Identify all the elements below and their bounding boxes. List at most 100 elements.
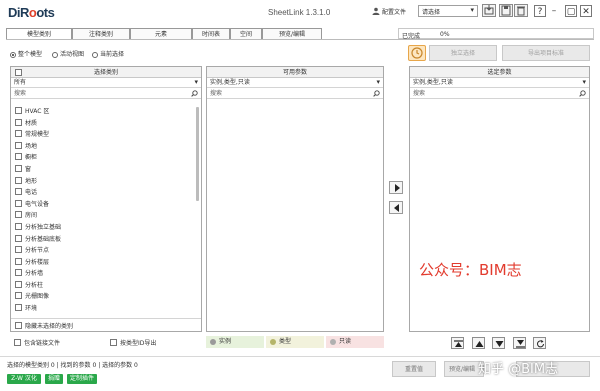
categories-scrollbar[interactable] <box>196 107 199 201</box>
available-search-input[interactable]: 搜索 <box>207 89 383 99</box>
search-icon <box>579 90 586 97</box>
remove-parameter-button[interactable] <box>389 201 403 214</box>
checkbox[interactable] <box>14 339 21 346</box>
move-top-button[interactable] <box>451 337 464 349</box>
radio-current-selection[interactable]: 当前选择 <box>92 49 124 58</box>
minimize-icon: – <box>551 6 557 16</box>
export-project-standard-button[interactable]: 导出项目标准 <box>502 45 590 61</box>
category-item[interactable]: 环境 <box>15 304 37 314</box>
instance-dot-icon <box>210 338 216 345</box>
chevron-down-icon: ▾ <box>470 6 474 14</box>
checkbox[interactable] <box>15 322 22 329</box>
move-bottom-icon <box>516 340 525 348</box>
chevron-down-icon: ▾ <box>582 78 586 86</box>
localization-button[interactable]: Z-W 汉化 <box>7 374 41 384</box>
hide-unselected-label: 隐藏未选择的类别 <box>25 323 74 330</box>
checkbox[interactable] <box>15 269 22 276</box>
category-item[interactable]: 地形 <box>15 177 37 187</box>
help-button[interactable]: ? <box>534 5 546 17</box>
checkbox[interactable] <box>15 177 22 184</box>
radio-label: 整个模型 <box>18 51 43 58</box>
donate-button[interactable]: 捐赠 <box>45 374 63 384</box>
move-down-button[interactable] <box>492 337 505 349</box>
category-label: 分析楼层 <box>25 259 50 266</box>
title-bar: DiRoots SheetLink 1.3.1.0 配置文件 请选择 ▾ ? –… <box>0 0 600 26</box>
categories-filter-select[interactable]: 所有 ▾ <box>11 78 201 88</box>
import-icon <box>484 5 494 15</box>
category-item[interactable]: 常规模型 <box>15 130 49 140</box>
maximize-button[interactable]: ▢ <box>565 5 577 17</box>
checkbox[interactable] <box>15 107 22 114</box>
checkbox[interactable] <box>15 211 22 218</box>
category-item[interactable]: 光栅图像 <box>15 292 49 302</box>
checkbox[interactable] <box>15 281 22 288</box>
radio-label: 当前选择 <box>100 51 125 58</box>
save-config-button[interactable] <box>499 4 513 17</box>
move-up-button[interactable] <box>472 337 485 349</box>
checkbox[interactable] <box>15 292 22 299</box>
checkbox[interactable] <box>110 339 117 346</box>
checkbox[interactable] <box>15 246 22 253</box>
selected-filter-select[interactable]: 实例,类型,只读 ▾ <box>410 78 589 88</box>
schedule-button[interactable] <box>408 45 426 61</box>
checkbox[interactable] <box>15 200 22 207</box>
import-config-button[interactable] <box>482 4 496 17</box>
category-item[interactable]: 电气设备 <box>15 200 49 210</box>
close-button[interactable]: ✕ <box>580 5 592 17</box>
category-item[interactable]: HVAC 区 <box>15 107 49 117</box>
radio-active-view[interactable]: 活动视图 <box>52 49 84 58</box>
reset-values-button[interactable]: 重置值 <box>392 361 436 377</box>
hide-unselected-toggle[interactable]: 隐藏未选择的类别 <box>15 321 73 330</box>
category-item[interactable]: 分析墙 <box>15 269 43 279</box>
checkbox[interactable] <box>15 165 22 172</box>
checkbox[interactable] <box>15 304 22 311</box>
checkbox[interactable] <box>15 130 22 137</box>
checkbox[interactable] <box>15 223 22 230</box>
add-parameter-button[interactable] <box>389 181 403 194</box>
categories-search-input[interactable]: 搜索 <box>11 89 201 99</box>
refresh-icon <box>537 340 544 348</box>
category-item[interactable]: 分析独立基础 <box>15 223 61 233</box>
checkbox[interactable] <box>15 258 22 265</box>
checkbox[interactable] <box>15 119 22 126</box>
refresh-button[interactable] <box>533 337 546 349</box>
category-item[interactable]: 分析楼层 <box>15 258 49 268</box>
radio-indicator <box>52 51 58 58</box>
checkbox[interactable] <box>15 153 22 160</box>
selected-panel-header: 选定参数 <box>410 67 589 78</box>
include-linked-files-toggle[interactable]: 包含链接文件 <box>14 338 60 347</box>
category-item[interactable]: 电话 <box>15 188 37 198</box>
category-item[interactable]: 橱柜 <box>15 153 37 163</box>
move-bottom-button[interactable] <box>513 337 526 349</box>
standalone-selection-button[interactable]: 独立选择 <box>429 45 497 61</box>
category-label: 电气设备 <box>25 201 50 208</box>
legend-readonly: 只读 <box>326 336 384 348</box>
category-label: 地形 <box>25 178 38 185</box>
select-all-checkbox[interactable] <box>15 69 22 76</box>
category-item[interactable]: 分析基础底板 <box>15 235 61 245</box>
custom-plugin-button[interactable]: 定制插件 <box>67 374 97 384</box>
delete-config-button[interactable] <box>514 4 528 17</box>
radio-whole-model[interactable]: 整个模型 <box>10 49 42 58</box>
category-item[interactable]: 窗 <box>15 165 31 175</box>
category-label: 分析墙 <box>25 270 44 277</box>
arrow-up-icon <box>475 341 484 347</box>
config-select[interactable]: 请选择 ▾ <box>418 5 478 17</box>
minimize-button[interactable]: – <box>548 5 560 17</box>
category-item[interactable]: 分析柱 <box>15 281 43 291</box>
radio-selected-indicator <box>10 51 16 58</box>
export-by-id-label: 按类型ID导出 <box>120 340 157 347</box>
checkbox[interactable] <box>15 188 22 195</box>
close-icon: ✕ <box>582 7 590 17</box>
available-filter-select[interactable]: 实例,类型,只读 ▾ <box>207 78 383 88</box>
export-by-type-id-toggle[interactable]: 按类型ID导出 <box>110 338 156 347</box>
category-item[interactable]: 材质 <box>15 119 37 129</box>
category-item[interactable]: 场地 <box>15 142 37 152</box>
checkbox[interactable] <box>15 142 22 149</box>
config-label: 配置文件 <box>382 9 407 16</box>
checkbox[interactable] <box>15 235 22 242</box>
selected-search-input[interactable]: 搜索 <box>410 89 589 99</box>
category-item[interactable]: 房间 <box>15 211 37 221</box>
category-item[interactable]: 分析节点 <box>15 246 49 256</box>
available-panel-header: 可用参数 <box>207 67 383 78</box>
